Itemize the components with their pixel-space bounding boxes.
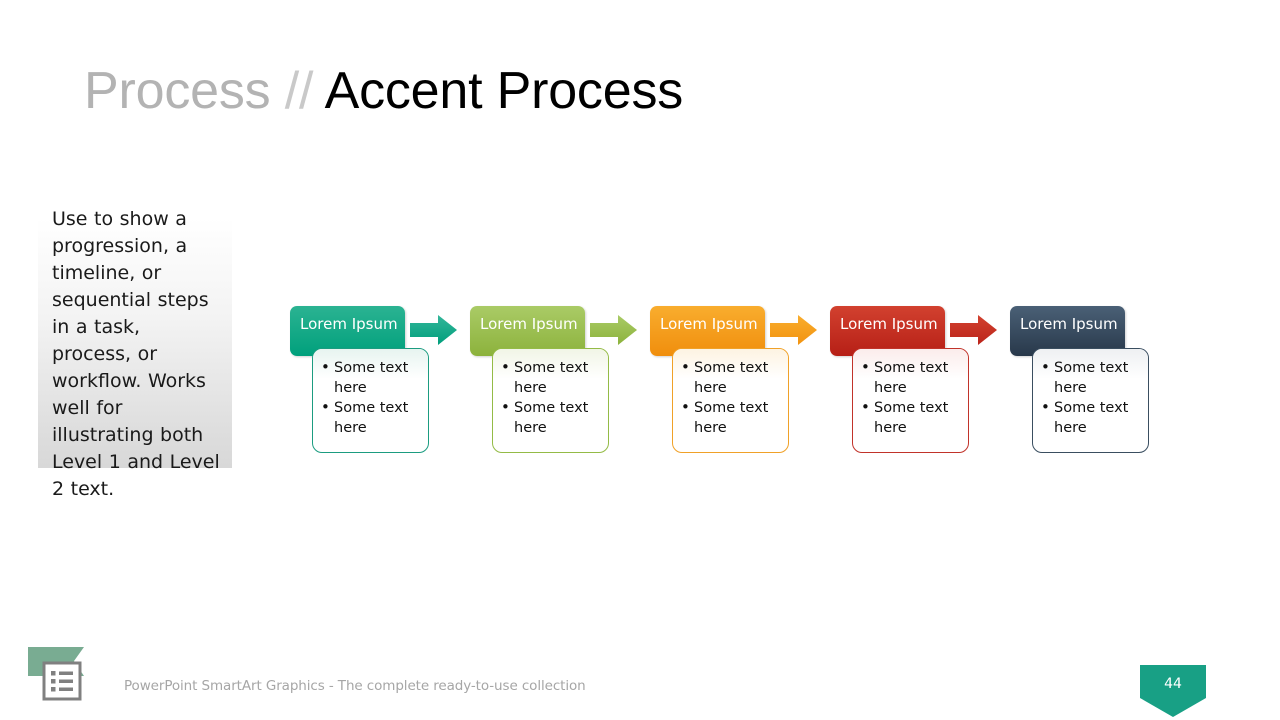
page-title-prefix: Process — [84, 62, 271, 120]
page-number-badge: 44 — [1140, 665, 1206, 717]
step-bullet-list: Some text hereSome text here — [861, 357, 962, 438]
step-bullet-list: Some text hereSome text here — [681, 357, 782, 438]
footer-caption: PowerPoint SmartArt Graphics - The compl… — [124, 678, 586, 694]
step-bullet-item: Some text here — [861, 397, 962, 438]
step-bullet-item: Some text here — [321, 397, 422, 438]
step-header-label: Lorem Ipsum — [660, 315, 758, 333]
description-text: Use to show a progression, a timeline, o… — [52, 208, 220, 500]
step-body-box[interactable]: Some text hereSome text here — [492, 348, 609, 453]
process-arrow-icon — [770, 315, 817, 345]
process-step: Lorem Ipsum Some text hereSome text here — [830, 306, 997, 456]
process-step: Lorem Ipsum Some text hereSome text here — [470, 306, 637, 456]
step-bullet-item: Some text here — [1041, 397, 1142, 438]
process-step: Lorem Ipsum Some text hereSome text here — [290, 306, 457, 456]
step-bullet-item: Some text here — [861, 357, 962, 398]
step-header-label: Lorem Ipsum — [840, 315, 938, 333]
step-bullet-item: Some text here — [501, 357, 602, 398]
step-bullet-item: Some text here — [321, 357, 422, 398]
page-number: 44 — [1164, 676, 1182, 692]
page-title-main: Accent Process — [324, 62, 684, 120]
process-arrow-icon — [590, 315, 637, 345]
process-arrow-icon — [410, 315, 457, 345]
process-step: Lorem Ipsum Some text hereSome text here — [650, 306, 817, 456]
step-body-box[interactable]: Some text hereSome text here — [852, 348, 969, 453]
step-bullet-item: Some text here — [1041, 357, 1142, 398]
step-header-label: Lorem Ipsum — [1020, 315, 1118, 333]
step-bullet-list: Some text hereSome text here — [1041, 357, 1142, 438]
step-bullet-list: Some text hereSome text here — [501, 357, 602, 438]
step-bullet-item: Some text here — [501, 397, 602, 438]
process-arrow-icon — [950, 315, 997, 345]
page-title-separator: // — [284, 62, 314, 120]
page-title: Process // Accent Process — [84, 62, 683, 122]
step-body-box[interactable]: Some text hereSome text here — [1032, 348, 1149, 453]
step-header-label: Lorem Ipsum — [300, 315, 398, 333]
step-bullet-list: Some text hereSome text here — [321, 357, 422, 438]
process-step: Lorem Ipsum Some text hereSome text here — [1010, 306, 1175, 456]
step-bullet-item: Some text here — [681, 357, 782, 398]
step-body-box[interactable]: Some text hereSome text here — [672, 348, 789, 453]
step-header-label: Lorem Ipsum — [480, 315, 578, 333]
description-panel: Use to show a progression, a timeline, o… — [38, 196, 232, 500]
step-bullet-item: Some text here — [681, 397, 782, 438]
step-body-box[interactable]: Some text hereSome text here — [312, 348, 429, 453]
brand-logo-icon — [28, 647, 84, 701]
